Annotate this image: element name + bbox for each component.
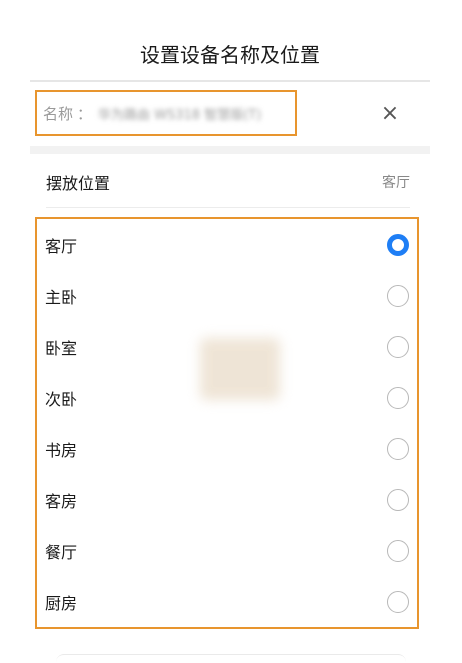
location-header: 摆放位置 客厅 <box>30 156 430 206</box>
radio-icon[interactable] <box>387 590 409 613</box>
name-label: 名称 <box>43 104 74 123</box>
location-option-living-room[interactable]: 客厅 <box>37 219 417 270</box>
option-label: 主卧 <box>45 287 78 307</box>
close-icon[interactable]: × <box>375 98 405 128</box>
option-label: 客房 <box>45 491 78 511</box>
radio-icon[interactable] <box>387 539 409 562</box>
name-field[interactable]: 名称 ： 华为路由 WS318 智慧版(T) <box>35 90 297 136</box>
option-label: 厨房 <box>45 593 78 613</box>
name-row: 名称 ： 华为路由 WS318 智慧版(T) × <box>30 88 430 140</box>
location-option-guest-room[interactable]: 客房 <box>37 474 417 525</box>
location-option-master-bedroom[interactable]: 主卧 <box>37 270 417 321</box>
location-option-study[interactable]: 书房 <box>37 423 417 474</box>
location-option-dining-room[interactable]: 餐厅 <box>37 525 417 576</box>
option-label: 卧室 <box>45 338 78 358</box>
radio-selected-icon[interactable] <box>387 233 409 256</box>
option-label: 餐厅 <box>45 542 78 562</box>
radio-icon[interactable] <box>387 284 409 307</box>
option-label: 次卧 <box>45 389 78 409</box>
location-divider <box>46 207 410 208</box>
location-current-value: 客厅 <box>382 175 410 191</box>
header-divider <box>30 80 430 82</box>
bottom-button-edge <box>56 654 406 663</box>
watermark-blur <box>200 338 280 400</box>
page-title: 设置设备名称及位置 <box>140 42 320 67</box>
radio-icon[interactable] <box>387 488 409 511</box>
settings-screen: 设置设备名称及位置 名称 ： 华为路由 WS318 智慧版(T) × 摆放位置 … <box>30 0 430 661</box>
section-separator <box>30 146 430 154</box>
option-label: 客厅 <box>45 236 78 256</box>
location-option-kitchen[interactable]: 厨房 <box>37 576 417 627</box>
location-options-list: 客厅 主卧 卧室 次卧 书房 客房 餐厅 厨房 <box>35 217 419 629</box>
name-input-value[interactable]: 华为路由 WS318 智慧版(T) <box>98 104 261 123</box>
radio-icon[interactable] <box>387 437 409 460</box>
radio-icon[interactable] <box>387 386 409 409</box>
option-label: 书房 <box>45 440 78 460</box>
name-colon: ： <box>77 104 93 123</box>
location-title: 摆放位置 <box>46 174 111 193</box>
radio-icon[interactable] <box>387 335 409 358</box>
